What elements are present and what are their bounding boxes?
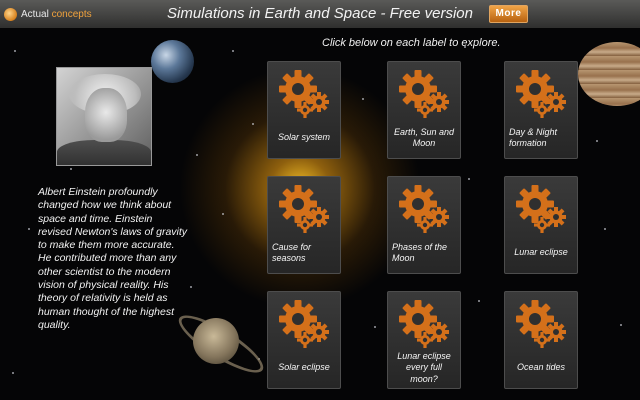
more-button[interactable]: More (489, 5, 528, 23)
tile-lunar-eclipse[interactable]: Lunar eclipse (504, 176, 578, 274)
header-bar: Actual concepts Simulations in Earth and… (0, 0, 640, 29)
star (362, 98, 364, 100)
gears-icon (399, 70, 449, 118)
gears-icon (399, 300, 449, 348)
tile-label: Earth, Sun and Moon (393, 126, 455, 149)
tile-label: Lunar eclipse (514, 247, 568, 258)
star (374, 326, 376, 328)
gears-icon (516, 185, 566, 233)
star (468, 178, 470, 180)
star (12, 372, 14, 374)
star (604, 228, 606, 230)
instruction-text: Click below on each label to explore. (322, 37, 501, 49)
tile-label: Phases of the Moon (392, 241, 448, 264)
star (232, 50, 234, 52)
star (70, 168, 72, 170)
star (478, 300, 480, 302)
star (252, 123, 254, 125)
tile-label: Solar system (277, 132, 330, 143)
tile-solar-system[interactable]: Solar system (267, 61, 341, 159)
gears-icon (516, 300, 566, 348)
einstein-description: Albert Einstein profoundly changed how w… (38, 186, 188, 331)
gears-icon (279, 300, 329, 348)
tile-cause-for-seasons[interactable]: Cause for seasons (267, 176, 341, 274)
tile-day-night-formation[interactable]: Day & Night formation (504, 61, 578, 159)
star (620, 324, 622, 326)
star (14, 50, 16, 52)
star (196, 154, 198, 156)
tile-ocean-tides[interactable]: Ocean tides (504, 291, 578, 389)
tile-label: Ocean tides (516, 362, 566, 373)
tile-lunar-eclipse-every-full-moon[interactable]: Lunar eclipse every full moon? (387, 291, 461, 389)
star (28, 228, 30, 230)
tile-label: Cause for seasons (272, 241, 312, 264)
tile-phases-of-the-moon[interactable]: Phases of the Moon (387, 176, 461, 274)
tile-label: Day & Night formation (509, 126, 558, 149)
tile-label: Lunar eclipse every full moon? (397, 350, 451, 384)
einstein-portrait (56, 67, 152, 166)
gears-icon (399, 185, 449, 233)
earth-planet-image (151, 40, 194, 83)
tile-label: Solar eclipse (278, 362, 330, 373)
gears-icon (279, 185, 329, 233)
star (190, 286, 192, 288)
gears-icon (516, 70, 566, 118)
star (222, 213, 224, 215)
saturn-planet-image (193, 318, 239, 364)
gears-icon (279, 70, 329, 118)
star (596, 140, 598, 142)
page-title: Simulations in Earth and Space - Free ve… (167, 5, 473, 22)
tile-earth-sun-moon[interactable]: Earth, Sun and Moon (387, 61, 461, 159)
tile-solar-eclipse[interactable]: Solar eclipse (267, 291, 341, 389)
